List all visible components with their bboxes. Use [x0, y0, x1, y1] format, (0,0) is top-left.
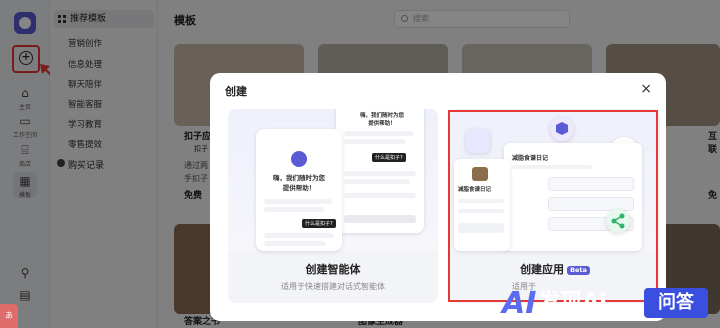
watermark-logo: AI: [502, 286, 537, 321]
preview-bubble: [344, 131, 414, 136]
watermark-badge: 问答: [644, 288, 708, 318]
close-icon[interactable]: ×: [640, 81, 652, 97]
preview-bubble: [344, 179, 410, 184]
preview-input: [344, 215, 416, 223]
preview-bubble: [264, 241, 326, 246]
agent-preview-phone-back: 嗨，我们随时为您提供帮助！ 什么是扣子?: [336, 109, 424, 233]
watermark-sub: FAXIANAI.COM: [540, 314, 596, 321]
preview-button: 什么是扣子?: [302, 219, 336, 228]
preview-greeting: 嗨，我们随时为您提供帮助！: [273, 174, 325, 192]
preview-bubble: [344, 193, 416, 198]
preview-text: 嗨，我们随时为您提供帮助！: [359, 113, 404, 127]
watermark-name: 发现AI: [538, 290, 608, 315]
watermark: AI 发现AI FAXIANAI.COM 问答: [502, 282, 720, 328]
agent-option-title: 创建智能体: [305, 263, 361, 276]
translate-icon[interactable]: あ: [0, 304, 18, 328]
create-agent-option[interactable]: 嗨，我们随时为您提供帮助！ 什么是扣子? 嗨，我们随时为您提供帮助！ 什么是扣子…: [228, 109, 438, 303]
agent-avatar: [291, 151, 307, 167]
preview-bubble: [344, 171, 416, 176]
agent-preview: 嗨，我们随时为您提供帮助！ 什么是扣子? 嗨，我们随时为您提供帮助！ 什么是扣子…: [228, 109, 438, 251]
agent-preview-phone-front: 嗨，我们随时为您提供帮助！ 什么是扣子?: [256, 129, 342, 251]
modal-title: 创建: [225, 85, 247, 98]
agent-option-desc: 适用于快速搭建对话式智能体: [281, 282, 385, 291]
preview-bubble: [264, 199, 332, 204]
preview-bubble: [264, 207, 324, 212]
annotation-highlight-box: [448, 110, 658, 302]
preview-bubble: [264, 233, 334, 238]
preview-bubble: [344, 139, 406, 144]
preview-button: 什么是扣子?: [372, 153, 406, 162]
